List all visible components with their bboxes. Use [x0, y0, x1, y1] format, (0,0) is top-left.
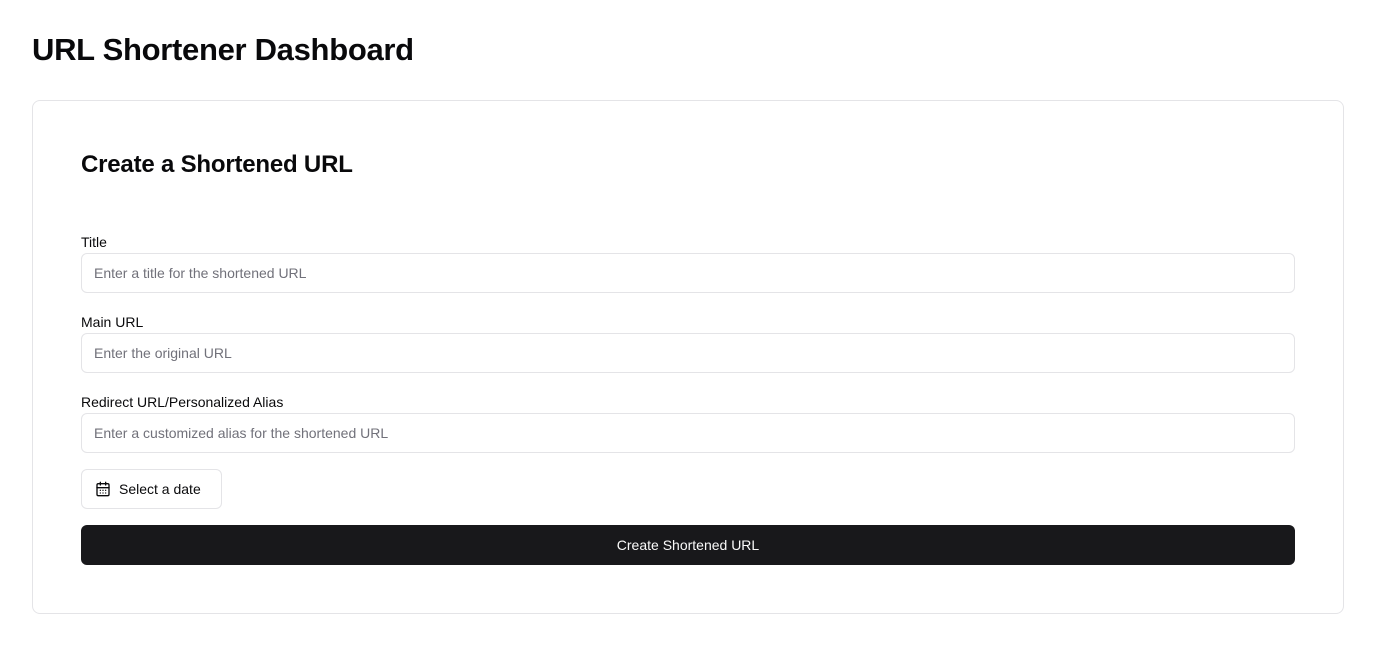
title-label: Title — [81, 234, 107, 250]
date-picker-label: Select a date — [119, 481, 201, 497]
page-title: URL Shortener Dashboard — [32, 32, 414, 67]
card-title: Create a Shortened URL — [81, 151, 353, 178]
alias-input[interactable] — [81, 413, 1295, 453]
alias-label: Redirect URL/Personalized Alias — [81, 394, 284, 410]
calendar-icon — [95, 481, 111, 497]
page: URL Shortener Dashboard Create a Shorten… — [0, 0, 1376, 646]
create-shortened-url-button[interactable]: Create Shortened URL — [81, 525, 1295, 565]
date-picker-button[interactable]: Select a date — [81, 469, 222, 509]
title-input[interactable] — [81, 253, 1295, 293]
main-url-label: Main URL — [81, 314, 144, 330]
create-url-card: Create a Shortened URL Title Main URL Re… — [32, 100, 1344, 614]
main-url-input[interactable] — [81, 333, 1295, 373]
